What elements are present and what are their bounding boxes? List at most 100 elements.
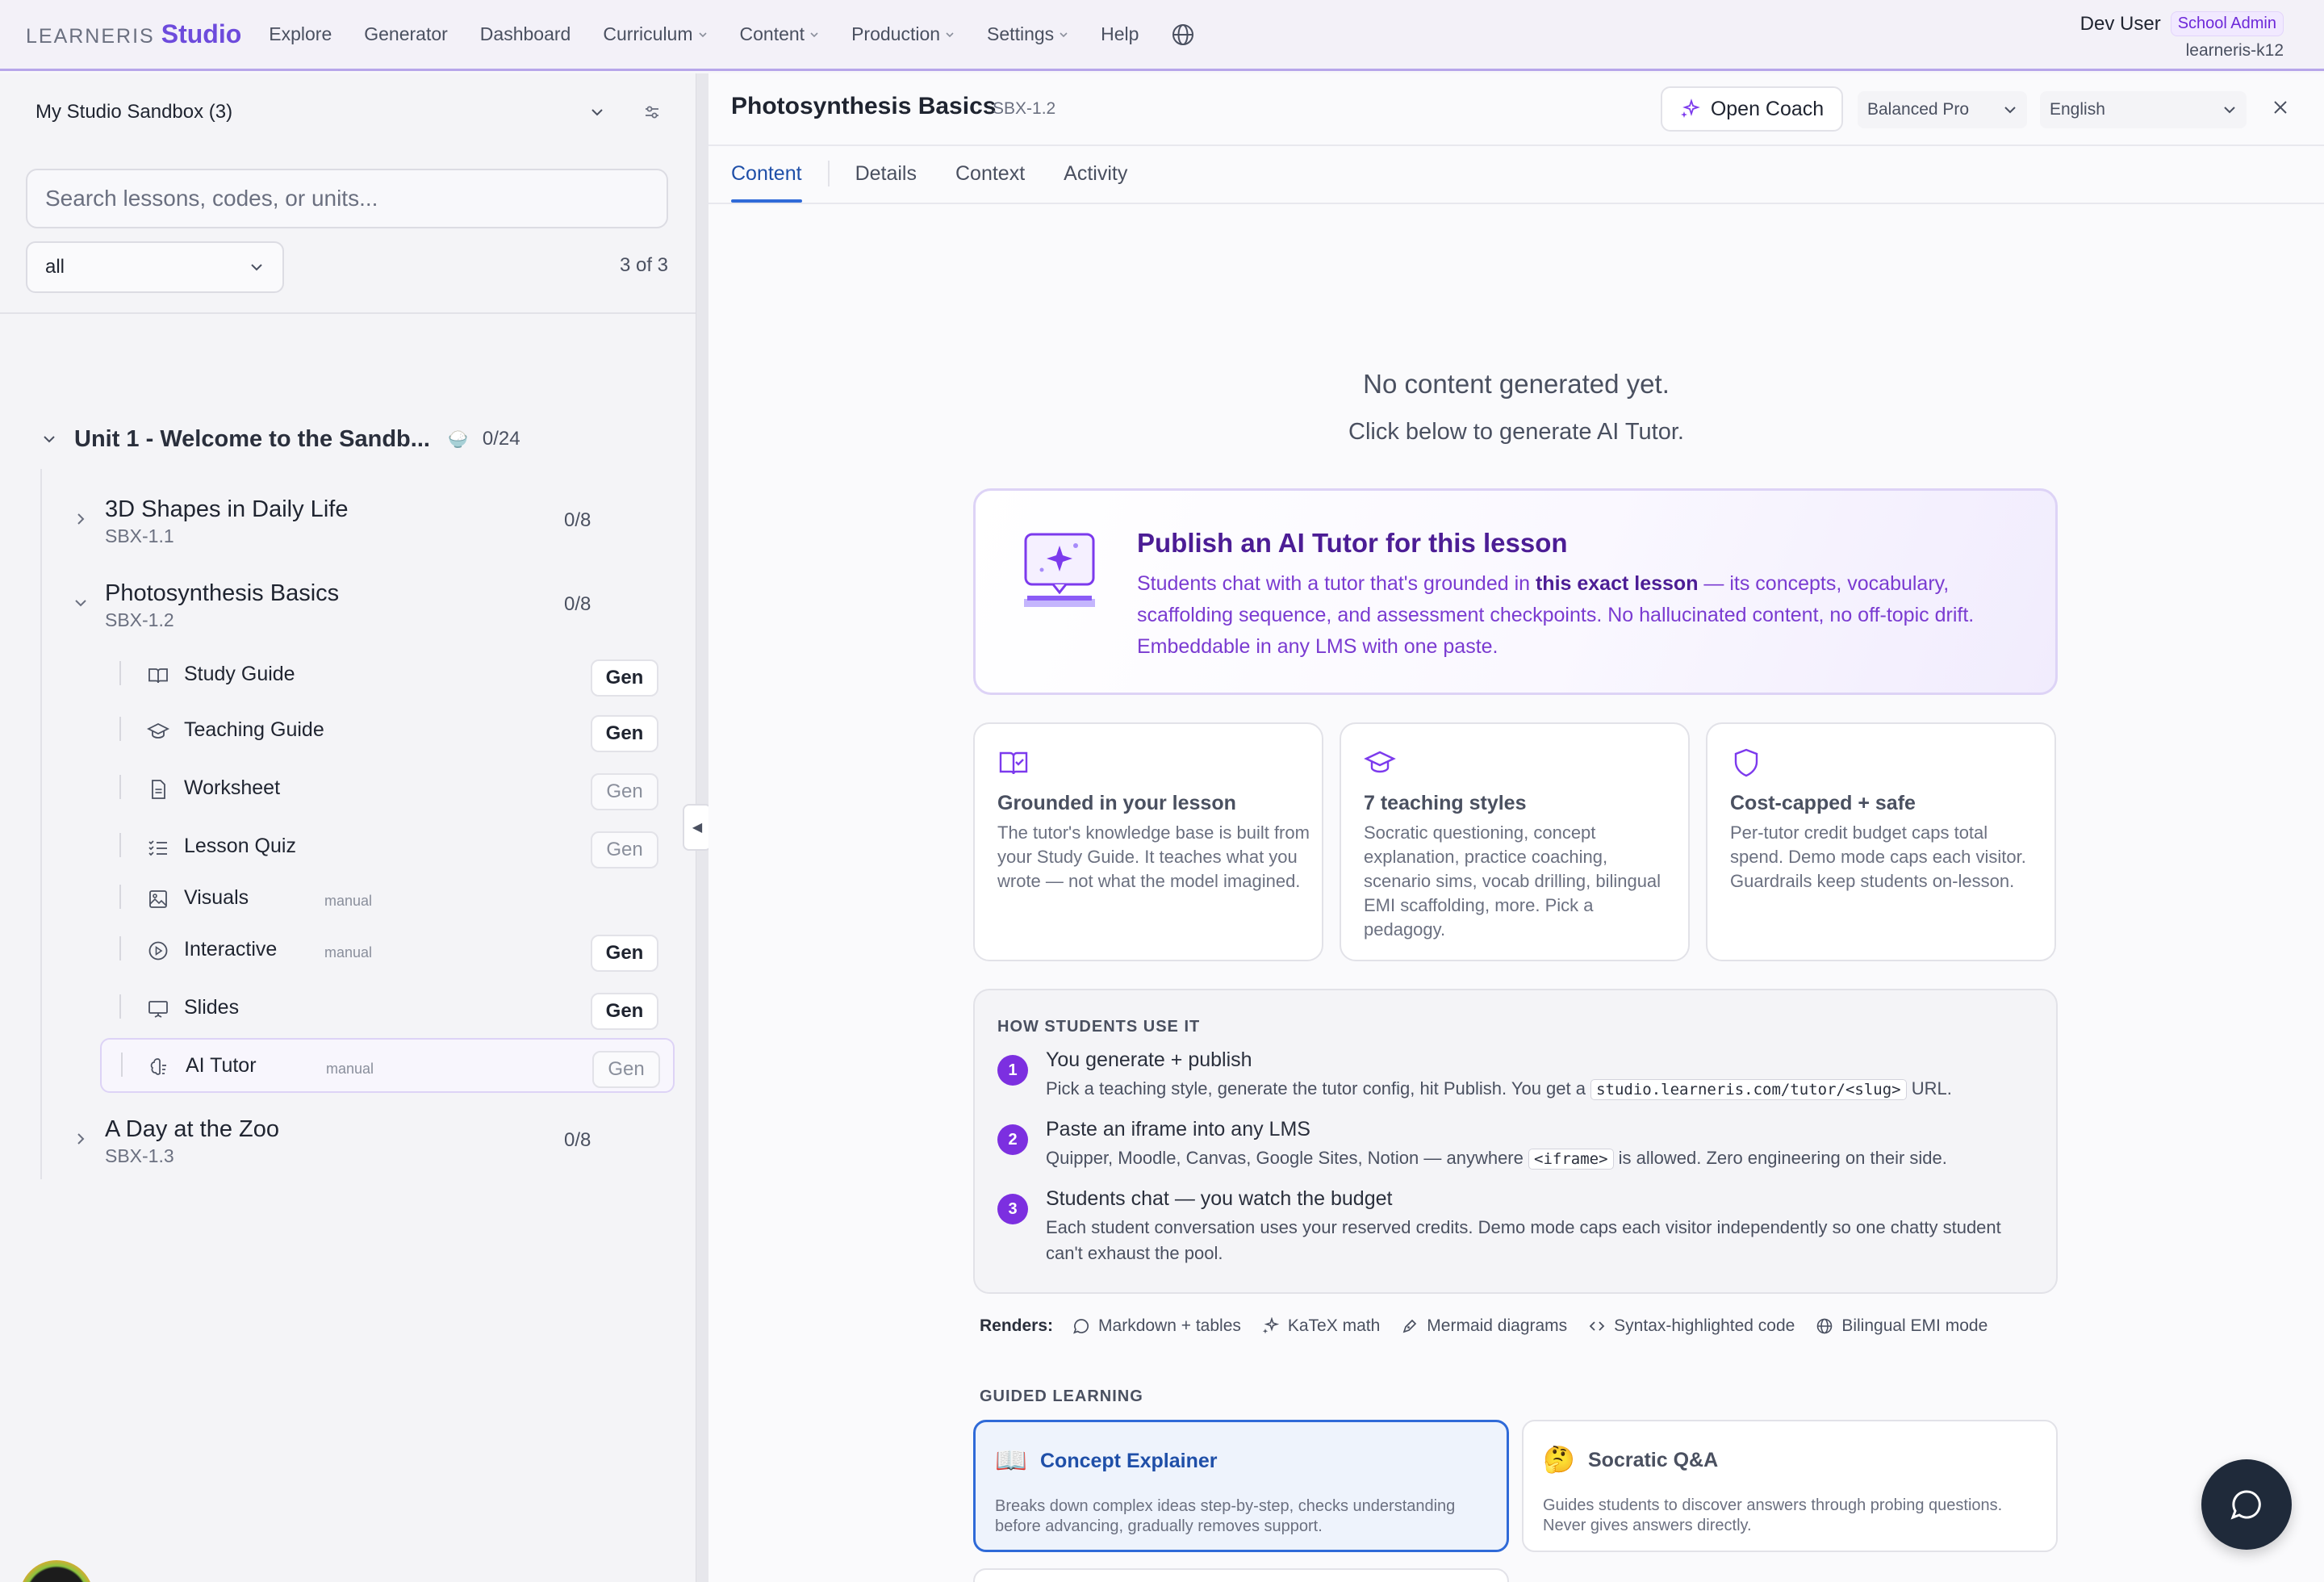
chevron-down-icon — [591, 109, 603, 116]
org-name: learneris-k12 — [2185, 41, 2284, 60]
user-menu[interactable]: Dev User School Admin learneris-k12 — [2080, 11, 2284, 61]
brand-word: LEARNERIS — [26, 25, 155, 48]
nav-dashboard[interactable]: Dashboard — [480, 23, 571, 45]
asset-lesson-quiz[interactable]: Lesson Quiz Gen — [100, 820, 675, 875]
lesson-row[interactable]: Photosynthesis Basics SBX-1.2 0/8 — [73, 575, 605, 637]
render-label: Mermaid diagrams — [1427, 1316, 1568, 1335]
asset-visuals[interactable]: Visuals manual — [100, 872, 675, 927]
tab-details[interactable]: Details — [855, 144, 917, 203]
sparkles-icon — [1680, 98, 1700, 118]
filter-settings-button[interactable] — [631, 91, 673, 133]
lesson-title: A Day at the Zoo — [105, 1116, 280, 1142]
render-item: Markdown + tables — [1072, 1316, 1241, 1336]
lesson-code: SBX-1.2 — [105, 609, 174, 630]
hero-title: Publish an AI Tutor for this lesson — [1137, 528, 1568, 558]
nav-curriculum[interactable]: Curriculum — [603, 23, 707, 45]
render-item: KaTeX math — [1262, 1316, 1380, 1336]
nav-settings[interactable]: Settings — [987, 23, 1068, 45]
step-description: Pick a teaching style, generate the tuto… — [1046, 1076, 2038, 1103]
render-label: Syntax-highlighted code — [1614, 1316, 1795, 1335]
teaching-style-card[interactable] — [973, 1568, 1509, 1582]
sandbox-select[interactable]: My Studio Sandbox (3) — [24, 91, 617, 133]
top-navigation: LEARNERIS Studio Explore Generator Dashb… — [0, 0, 2324, 71]
asset-label: Teaching Guide — [184, 718, 324, 741]
hero-text-bold: this exact lesson — [1535, 572, 1699, 595]
lesson-row[interactable]: A Day at the Zoo SBX-1.3 0/8 — [73, 1111, 605, 1173]
unit-row[interactable]: Unit 1 - Welcome to the Sandb... 🍚 0/24 — [40, 417, 670, 461]
tree-tick — [119, 717, 121, 741]
page-title: Photosynthesis Basics — [731, 93, 997, 119]
search-input[interactable] — [26, 169, 668, 228]
nav-help[interactable]: Help — [1101, 23, 1139, 45]
shield-icon — [1734, 748, 1758, 777]
generate-button[interactable]: Gen — [591, 659, 658, 697]
generate-button[interactable]: Gen — [591, 831, 658, 868]
image-icon — [149, 890, 167, 908]
nav-content[interactable]: Content — [740, 23, 820, 45]
generate-button[interactable]: Gen — [592, 1051, 660, 1088]
asset-study-guide[interactable]: Study Guide Gen — [100, 648, 675, 703]
render-item: Bilingual EMI mode — [1816, 1316, 1988, 1336]
teaching-style-concept-explainer[interactable]: 📖 Concept Explainer Breaks down complex … — [973, 1420, 1509, 1552]
sliders-icon — [646, 106, 658, 119]
chevron-down-icon — [2224, 107, 2235, 114]
tab-context[interactable]: Context — [955, 144, 1025, 203]
lesson-row[interactable]: 3D Shapes in Daily Life SBX-1.1 0/8 — [73, 492, 605, 553]
asset-ai-tutor[interactable]: AI Tutor manual Gen — [100, 1038, 675, 1093]
unit-progress: 0/24 — [482, 428, 520, 450]
play-circle-icon — [148, 941, 168, 960]
nav-explore[interactable]: Explore — [269, 23, 332, 45]
asset-slides[interactable]: Slides Gen — [100, 981, 675, 1036]
nav-label: Generator — [364, 23, 448, 44]
lesson-progress: 0/8 — [564, 593, 591, 615]
asset-worksheet[interactable]: Worksheet Gen — [100, 762, 675, 817]
generate-button[interactable]: Gen — [591, 773, 658, 810]
language-select[interactable]: English — [2040, 91, 2247, 128]
unit-title: Unit 1 - Welcome to the Sandb... — [74, 425, 430, 452]
feature-title: 7 teaching styles — [1364, 792, 1527, 814]
nav-generator[interactable]: Generator — [364, 23, 448, 45]
presentation-icon — [148, 1001, 168, 1018]
chat-button[interactable] — [2201, 1459, 2292, 1550]
type-filter-select[interactable]: all — [26, 241, 284, 293]
chevron-down-icon — [1060, 31, 1068, 37]
tab-content[interactable]: Content — [731, 144, 802, 203]
avatar[interactable]: N — [19, 1560, 94, 1582]
step-number: 1 — [997, 1055, 1028, 1086]
asset-label: AI Tutor — [186, 1054, 257, 1077]
brand-logo[interactable]: LEARNERIS Studio — [26, 19, 241, 49]
lesson-title: 3D Shapes in Daily Life — [105, 496, 349, 522]
tab-activity[interactable]: Activity — [1064, 144, 1127, 203]
language-select-value: English — [2050, 100, 2105, 119]
close-icon[interactable] — [2271, 98, 2290, 117]
asset-interactive[interactable]: Interactive manual Gen — [100, 923, 675, 978]
model-select[interactable]: Balanced Pro — [1858, 91, 2027, 128]
teaching-style-socratic-qa[interactable]: 🤔 Socratic Q&A Guides students to discov… — [1522, 1420, 2058, 1552]
book-icon — [148, 668, 168, 684]
open-coach-button[interactable]: Open Coach — [1661, 86, 1843, 132]
feature-card: Grounded in your lesson The tutor's know… — [973, 722, 1323, 961]
chat-bubble-icon — [1073, 1319, 1089, 1334]
collapse-sidebar-button[interactable]: ◀ — [683, 804, 712, 851]
lesson-progress: 0/8 — [564, 509, 591, 531]
sandbox-select-value: My Studio Sandbox (3) — [36, 101, 233, 123]
generate-button[interactable]: Gen — [591, 715, 658, 752]
panel-header: Photosynthesis Basics SBX-1.2 Open Coach… — [708, 73, 2324, 144]
lesson-code: SBX-1.1 — [105, 525, 174, 546]
nav-production[interactable]: Production — [851, 23, 955, 45]
renders-label: Renders: — [980, 1316, 1054, 1335]
brand-studio: Studio — [161, 19, 242, 48]
step-text: Pick a teaching style, generate the tuto… — [1046, 1078, 1591, 1099]
hero-text-part: Students chat with a tutor that's ground… — [1137, 572, 1536, 595]
step-title: Paste an iframe into any LMS — [1046, 1118, 1310, 1140]
lesson-detail-panel: Photosynthesis Basics SBX-1.2 Open Coach… — [708, 73, 2324, 1582]
asset-label: Lesson Quiz — [184, 835, 296, 857]
globe-icon[interactable] — [1171, 23, 1195, 47]
generate-button[interactable]: Gen — [591, 935, 658, 972]
chat-bubble-icon — [2230, 1490, 2261, 1520]
tree-tick — [119, 936, 121, 960]
step-text: is allowed. Zero engineering on their si… — [1613, 1148, 1947, 1168]
asset-teaching-guide[interactable]: Teaching Guide Gen — [100, 704, 675, 759]
tree-tick — [119, 833, 121, 857]
generate-button[interactable]: Gen — [591, 993, 658, 1030]
